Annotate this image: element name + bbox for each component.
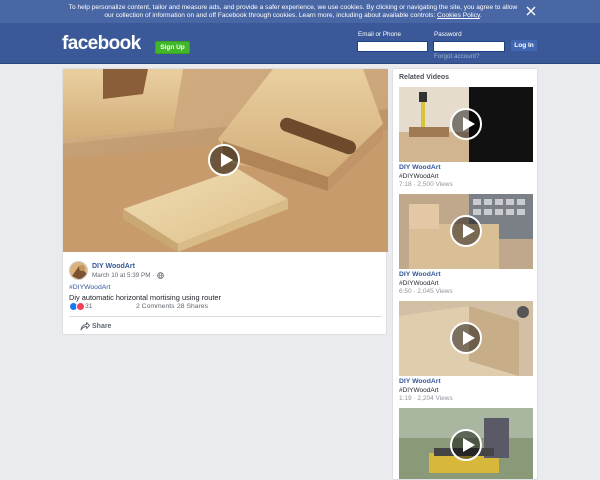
facebook-logo[interactable]: facebook — [62, 33, 141, 55]
share-icon — [80, 322, 90, 331]
cookie-banner: To help personalize content, tailor and … — [0, 0, 600, 23]
page-name-link[interactable]: DIY WoodArt — [92, 263, 135, 270]
globe-icon — [157, 272, 164, 279]
related-video-page-name[interactable]: DIY WoodArt — [399, 378, 441, 385]
related-video-thumbnail[interactable] — [399, 194, 533, 269]
play-icon[interactable] — [450, 108, 482, 140]
shares-count-link[interactable]: 28 Shares — [177, 303, 208, 310]
related-video-meta: 1:19 · 2,204 Views — [399, 395, 453, 402]
divider — [69, 316, 382, 317]
related-videos-panel: Related Videos DIY WoodArt #DIYWoodArt 7… — [392, 68, 538, 480]
cookie-banner-text: To help personalize content, tailor and … — [62, 4, 524, 20]
love-reaction-icon — [76, 302, 85, 311]
close-icon[interactable] — [524, 4, 538, 18]
video-post: DIY WoodArt March 10 at 5:39 PM · #DIYWo… — [62, 68, 388, 335]
password-field[interactable] — [433, 41, 505, 52]
cookie-text-suffix: . — [479, 12, 482, 19]
play-icon[interactable] — [208, 144, 240, 176]
post-text: Diy automatic horizontal mortising using… — [69, 293, 221, 302]
related-video-thumbnail[interactable] — [399, 408, 533, 479]
password-label: Password — [434, 31, 462, 38]
post-timestamp[interactable]: March 10 at 5:39 PM · — [92, 272, 154, 279]
related-video-hashtag[interactable]: #DIYWoodArt — [399, 387, 439, 394]
share-button[interactable]: Share — [80, 321, 120, 333]
share-label: Share — [92, 323, 112, 330]
sign-up-button[interactable]: Sign Up — [155, 41, 190, 54]
play-icon[interactable] — [450, 215, 482, 247]
cookie-text-line1: To help personalize content, tailor and … — [68, 4, 518, 11]
related-video-hashtag[interactable]: #DIYWoodArt — [399, 173, 439, 180]
related-video-item[interactable]: DIY WoodArt #DIYWoodArt 7:18 · 2,500 Vie… — [399, 87, 533, 191]
related-video-meta: 7:18 · 2,500 Views — [399, 181, 453, 188]
related-videos-title: Related Videos — [399, 74, 450, 81]
related-video-page-name[interactable]: DIY WoodArt — [399, 164, 441, 171]
email-field[interactable] — [357, 41, 428, 52]
related-video-item[interactable]: DIY WoodArt #DIYWoodArt 6:50 · 2,045 Vie… — [399, 194, 533, 298]
related-video-item[interactable]: DIY WoodArt #DIYWoodArt 1:19 · 2,204 Vie… — [399, 301, 533, 405]
cookies-policy-link[interactable]: Cookies Policy — [437, 12, 480, 19]
log-in-button[interactable]: Log In — [510, 39, 538, 52]
reaction-count[interactable]: 31 — [85, 303, 93, 310]
top-header: facebook Sign Up Email or Phone Password… — [0, 23, 600, 64]
related-video-item[interactable] — [399, 408, 533, 479]
related-video-page-name[interactable]: DIY WoodArt — [399, 271, 441, 278]
related-video-thumbnail[interactable] — [399, 301, 533, 376]
related-video-hashtag[interactable]: #DIYWoodArt — [399, 280, 439, 287]
related-video-meta: 6:50 · 2,045 Views — [399, 288, 453, 295]
cookie-text-line2: our collection of information on and off… — [104, 12, 438, 19]
email-label: Email or Phone — [358, 31, 402, 38]
related-video-thumbnail[interactable] — [399, 87, 533, 162]
comments-count-link[interactable]: 2 Comments — [136, 303, 175, 310]
avatar[interactable] — [69, 261, 88, 280]
hashtag-link[interactable]: #DIYWoodArt — [69, 284, 110, 291]
video-player[interactable] — [63, 69, 388, 252]
forgot-account-link[interactable]: Forgot account? — [434, 53, 480, 60]
play-icon[interactable] — [450, 322, 482, 354]
play-icon[interactable] — [450, 429, 482, 461]
